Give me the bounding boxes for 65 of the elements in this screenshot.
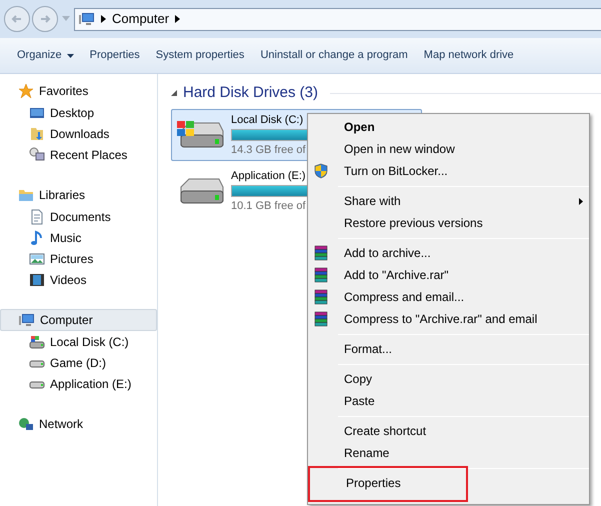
stacked-books-icon bbox=[313, 311, 329, 327]
menu-item[interactable]: Add to archive... bbox=[308, 242, 589, 264]
menu-item[interactable]: Share with bbox=[308, 190, 589, 212]
nav-group-item[interactable]: Favorites bbox=[0, 80, 157, 102]
menu-item[interactable]: Paste bbox=[308, 390, 589, 412]
drive-name: Local Disk (C:) bbox=[231, 112, 304, 126]
menu-item[interactable]: Copy bbox=[308, 368, 589, 390]
caret-icon bbox=[66, 54, 74, 58]
address-field[interactable]: Computer bbox=[74, 8, 601, 30]
folder-arrow-icon bbox=[29, 126, 45, 142]
menu-item[interactable]: Turn on BitLocker... bbox=[308, 160, 589, 182]
computer-icon bbox=[79, 11, 95, 27]
stacked-books-icon bbox=[313, 289, 329, 305]
menu-item[interactable]: Properties bbox=[310, 472, 466, 494]
toolbar-button[interactable]: Organize bbox=[10, 42, 81, 70]
menu-item[interactable]: Compress to "Archive.rar" and email bbox=[308, 308, 589, 330]
nav-item[interactable]: Pictures bbox=[0, 248, 157, 269]
submenu-arrow-icon bbox=[579, 198, 583, 204]
nav-item[interactable]: Downloads bbox=[0, 123, 157, 144]
nav-item[interactable]: Recent Places bbox=[0, 144, 157, 165]
drive-icon bbox=[29, 334, 45, 350]
toolbar-button[interactable]: System properties bbox=[148, 42, 252, 70]
document-icon bbox=[29, 208, 45, 224]
forward-button[interactable] bbox=[32, 6, 58, 32]
computer-icon bbox=[19, 312, 35, 328]
toolbar-button[interactable]: Properties bbox=[82, 42, 147, 70]
forward-arrow-icon bbox=[39, 13, 51, 25]
drive-name: Application (E:) bbox=[231, 168, 306, 182]
nav-item[interactable]: Application (E:) bbox=[0, 373, 157, 394]
menu-item[interactable]: Compress and email... bbox=[308, 286, 589, 308]
nav-group-item[interactable]: Computer bbox=[0, 309, 157, 331]
menu-item[interactable]: Rename bbox=[308, 442, 589, 464]
stacked-books-icon bbox=[313, 245, 329, 261]
nav-item[interactable]: Game (D:) bbox=[0, 352, 157, 373]
film-icon bbox=[29, 272, 45, 288]
free-space-text: 14.3 GB free of bbox=[231, 142, 306, 156]
menu-item[interactable]: Restore previous versions bbox=[308, 212, 589, 234]
music-note-icon bbox=[29, 230, 45, 246]
back-button[interactable] bbox=[4, 6, 30, 32]
menu-item[interactable]: Create shortcut bbox=[308, 420, 589, 442]
nav-item[interactable]: Videos bbox=[0, 269, 157, 290]
nav-item[interactable]: Documents bbox=[0, 206, 157, 227]
toolbar-button[interactable]: Uninstall or change a program bbox=[253, 42, 415, 70]
menu-item[interactable]: Add to "Archive.rar" bbox=[308, 264, 589, 286]
menu-item[interactable]: Format... bbox=[308, 338, 589, 360]
shield-icon bbox=[313, 163, 329, 179]
globe-icon bbox=[18, 416, 34, 432]
nav-group-item[interactable]: Libraries bbox=[0, 184, 157, 206]
nav-item[interactable]: Desktop bbox=[0, 102, 157, 123]
folder-icon bbox=[18, 187, 34, 203]
collapse-triangle-icon bbox=[171, 90, 177, 96]
picture-frame-icon bbox=[29, 250, 45, 266]
toolbar-button[interactable]: Map network drive bbox=[416, 42, 521, 70]
chevron-icon bbox=[101, 15, 106, 23]
star-icon bbox=[18, 83, 34, 99]
breadcrumb[interactable]: Computer bbox=[112, 9, 170, 29]
nav-group-item[interactable]: Network bbox=[0, 413, 157, 435]
nav-item[interactable]: Music bbox=[0, 227, 157, 248]
group-heading: Hard Disk Drives (3) bbox=[183, 83, 318, 103]
stacked-books-icon bbox=[313, 267, 329, 283]
dropdown-arrow-icon bbox=[62, 16, 70, 22]
chevron-icon bbox=[175, 15, 180, 23]
nav-item[interactable]: Local Disk (C:) bbox=[0, 331, 157, 352]
free-space-text: 10.1 GB free of bbox=[231, 198, 306, 212]
back-arrow-icon bbox=[11, 13, 23, 25]
